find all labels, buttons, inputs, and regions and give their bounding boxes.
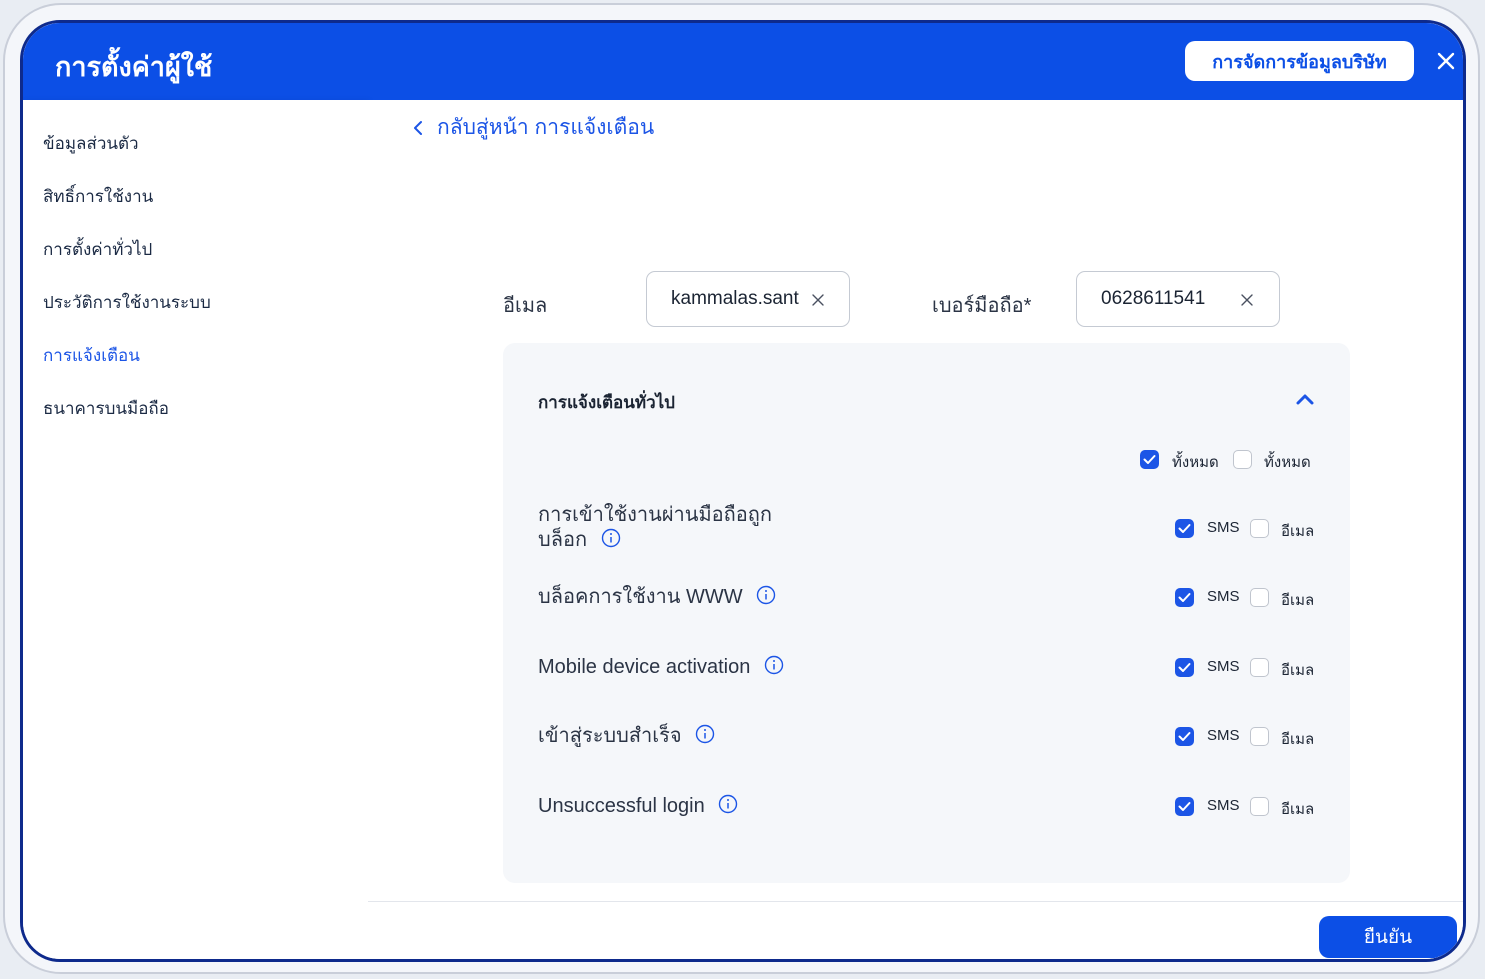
- info-icon[interactable]: [764, 655, 784, 675]
- sms-checkbox[interactable]: [1175, 797, 1194, 816]
- email-value: kammalas.sant: [671, 288, 799, 309]
- sms-label: SMS: [1207, 797, 1240, 814]
- sidebar-item-general-settings[interactable]: การตั้งค่าทั่วไป: [43, 236, 152, 263]
- email-label: อีเมล: [503, 295, 548, 317]
- back-link-label: กลับสู่หน้า การแจ้งเตือน: [437, 116, 655, 139]
- email-field[interactable]: kammalas.sant: [646, 271, 850, 327]
- sidebar-item-permissions[interactable]: สิทธิ์การใช้งาน: [43, 183, 153, 210]
- info-icon[interactable]: [718, 794, 738, 814]
- sms-label: SMS: [1207, 519, 1240, 536]
- email-label: อีเมล: [1281, 801, 1315, 818]
- info-icon[interactable]: [601, 528, 621, 548]
- row-label-line1: เข้าสู่ระบบสำเร็จ: [538, 725, 682, 747]
- sms-label: SMS: [1207, 588, 1240, 605]
- sms-checkbox[interactable]: [1175, 519, 1194, 538]
- sidebar: ข้อมูลส่วนตัว สิทธิ์การใช้งาน การตั้งค่า…: [23, 100, 368, 959]
- email-checkbox[interactable]: [1250, 519, 1269, 538]
- email-label: อีเมล: [1281, 731, 1315, 748]
- row-label-login-failed: Unsuccessful login: [538, 794, 738, 819]
- sidebar-item-mobile-banking[interactable]: ธนาคารบนมือถือ: [43, 395, 169, 422]
- select-all-email-checkbox[interactable]: [1233, 450, 1252, 469]
- row-label-line1: Mobile device activation: [538, 656, 751, 678]
- footer-divider: [368, 901, 1463, 902]
- sidebar-item-notifications[interactable]: การแจ้งเตือน: [43, 342, 140, 369]
- row-label-mobile-activation: Mobile device activation: [538, 655, 784, 680]
- sms-label: SMS: [1207, 658, 1240, 675]
- email-checkbox[interactable]: [1250, 797, 1269, 816]
- phone-value: 0628611541: [1101, 288, 1206, 309]
- sms-checkbox[interactable]: [1175, 727, 1194, 746]
- sms-checkbox[interactable]: [1175, 588, 1194, 607]
- card-title: การแจ้งเตือนทั่วไป: [538, 393, 675, 412]
- close-icon[interactable]: [1435, 50, 1457, 72]
- select-all-sms-checkbox[interactable]: [1140, 450, 1159, 469]
- company-management-button[interactable]: การจัดการข้อมูลบริษัท: [1185, 41, 1414, 81]
- clear-email-icon[interactable]: [811, 293, 825, 307]
- phone-label: เบอร์มือถือ*: [932, 295, 1032, 317]
- row-label-line2: บล็อก: [538, 529, 588, 551]
- email-label: อีเมล: [1281, 592, 1315, 609]
- main-content: กลับสู่หน้า การแจ้งเตือน อีเมล kammalas.…: [368, 100, 1463, 959]
- info-icon[interactable]: [756, 585, 776, 605]
- email-label: อีเมล: [1281, 662, 1315, 679]
- info-icon[interactable]: [695, 724, 715, 744]
- select-all-sms-label: ทั้งหมด: [1172, 454, 1219, 471]
- page-title: การตั้งค่าผู้ใช้: [55, 52, 213, 82]
- email-checkbox[interactable]: [1250, 588, 1269, 607]
- row-label-mobile-blocked: การเข้าใช้งานผ่านมือถือถูก บล็อก: [538, 503, 772, 553]
- chevron-left-icon: [414, 120, 422, 135]
- row-label-line1: บล็อคการใช้งาน WWW: [538, 586, 743, 608]
- sidebar-item-profile[interactable]: ข้อมูลส่วนตัว: [43, 130, 139, 157]
- row-label-www-block: บล็อคการใช้งาน WWW: [538, 585, 776, 610]
- chevron-up-icon[interactable]: [1295, 392, 1315, 406]
- row-label-line1: การเข้าใช้งานผ่านมือถือถูก: [538, 504, 772, 526]
- clear-phone-icon[interactable]: [1240, 293, 1254, 307]
- general-notifications-card: การแจ้งเตือนทั่วไป ทั้งหมด ทั้งหมด การเข…: [503, 343, 1350, 883]
- phone-field[interactable]: 0628611541: [1076, 271, 1280, 327]
- sidebar-item-usage-history[interactable]: ประวัติการใช้งานระบบ: [43, 289, 211, 316]
- email-checkbox[interactable]: [1250, 727, 1269, 746]
- confirm-button[interactable]: ยืนยัน: [1319, 916, 1457, 958]
- sms-label: SMS: [1207, 727, 1240, 744]
- settings-window: การตั้งค่าผู้ใช้ การจัดการข้อมูลบริษัท ข…: [20, 20, 1466, 962]
- select-all-email-label: ทั้งหมด: [1264, 454, 1311, 471]
- email-label: อีเมล: [1281, 523, 1315, 540]
- sms-checkbox[interactable]: [1175, 658, 1194, 677]
- header-bar: การตั้งค่าผู้ใช้ การจัดการข้อมูลบริษัท: [23, 23, 1463, 100]
- back-link[interactable]: กลับสู่หน้า การแจ้งเตือน: [413, 111, 654, 144]
- row-label-login-success: เข้าสู่ระบบสำเร็จ: [538, 724, 715, 749]
- email-checkbox[interactable]: [1250, 658, 1269, 677]
- row-label-line1: Unsuccessful login: [538, 795, 705, 817]
